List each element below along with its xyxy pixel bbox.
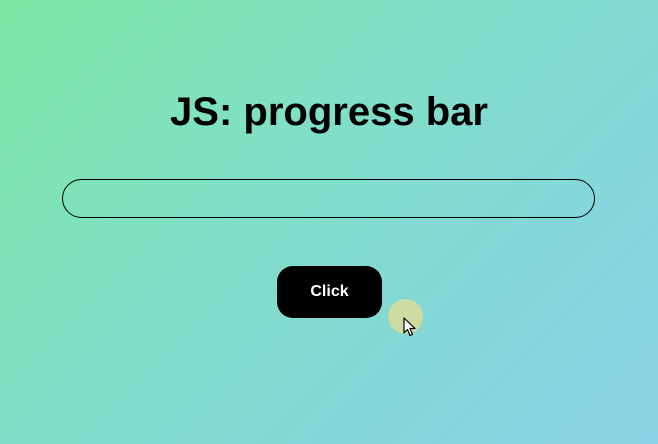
- arrow-pointer-icon: [403, 317, 416, 337]
- page-title: JS: progress bar: [170, 90, 488, 134]
- click-button[interactable]: Click: [277, 266, 382, 318]
- progress-bar: [62, 179, 595, 218]
